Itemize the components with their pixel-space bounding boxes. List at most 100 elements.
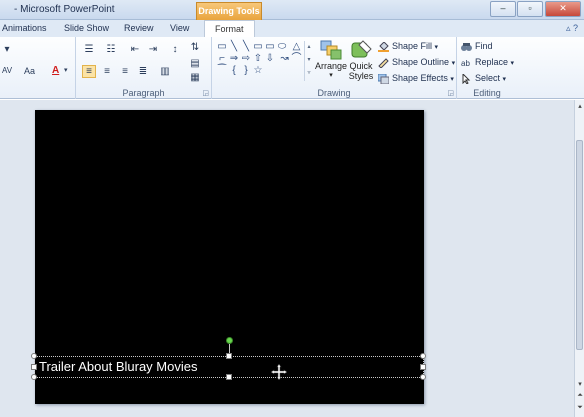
select-button[interactable]: Select ▾: [461, 72, 507, 85]
align-center-icon[interactable]: ≡: [100, 65, 114, 78]
shape-textbox-icon[interactable]: ▭: [216, 41, 228, 53]
vertical-scrollbar[interactable]: ▴ ▾ ⏶ ⏷: [574, 100, 584, 417]
replace-icon: ab: [461, 58, 472, 68]
tab-review[interactable]: Review: [124, 23, 154, 33]
justify-icon[interactable]: ≣: [136, 65, 150, 78]
shapes-gallery-scroll[interactable]: ▴ ▾ ▿: [304, 41, 313, 81]
drawing-launcher-icon[interactable]: ◲: [447, 89, 454, 97]
shape-fill-button[interactable]: Shape Fill ▾: [378, 40, 439, 52]
editing-group: Find ab Replace ▾ Select ▾ Editing: [457, 37, 517, 99]
scroll-up-icon[interactable]: ▴: [575, 102, 584, 110]
shape-effects-icon: [377, 73, 390, 85]
window-title: - Microsoft PowerPoint: [14, 4, 115, 15]
minimize-button[interactable]: –: [490, 1, 516, 17]
shape-outline-button[interactable]: Shape Outline ▾: [378, 57, 455, 69]
character-spacing-button[interactable]: AV: [2, 65, 12, 77]
resize-handle-top-right[interactable]: [420, 353, 426, 359]
arrange-icon: [319, 39, 343, 61]
shape-rounded-rect-icon[interactable]: ▭: [264, 41, 276, 53]
binoculars-icon: [461, 42, 472, 52]
find-button[interactable]: Find: [461, 41, 493, 52]
tab-slide-show[interactable]: Slide Show: [64, 23, 109, 33]
shape-effects-dropdown-icon: ▾: [450, 76, 454, 83]
columns-icon[interactable]: ▥: [158, 65, 172, 78]
smartart-icon[interactable]: ▦: [188, 71, 202, 84]
ribbon-tabs: Animations Slide Show Review View Format…: [0, 20, 584, 37]
select-dropdown-icon: ▾: [502, 76, 507, 83]
shape-curve-icon[interactable]: ↝: [279, 53, 291, 65]
numbering-icon[interactable]: ☷: [104, 43, 118, 56]
decrease-indent-icon[interactable]: ⇤: [128, 43, 142, 56]
align-right-icon[interactable]: ≡: [118, 65, 132, 78]
scrollbar-thumb[interactable]: [576, 140, 583, 350]
shape-block-arrow-icon[interactable]: ⇨: [240, 53, 252, 65]
shape-rectangle-icon[interactable]: ▭: [252, 41, 264, 53]
resize-handle-left[interactable]: [31, 364, 37, 370]
resize-handle-bottom[interactable]: [226, 374, 232, 380]
rotation-handle[interactable]: [226, 337, 233, 344]
title-bar: - Microsoft PowerPoint Drawing Tools – ▫…: [0, 0, 584, 20]
drawing-tools-context-tab: Drawing Tools: [196, 2, 262, 20]
text-direction-icon[interactable]: ⇅: [188, 41, 202, 54]
shape-line2-icon[interactable]: ╲: [240, 41, 252, 53]
shape-brace-left-icon[interactable]: {: [228, 65, 240, 77]
increase-indent-icon[interactable]: ⇥: [146, 43, 160, 56]
shape-oval-icon[interactable]: ⬭: [276, 41, 288, 53]
find-label: Find: [475, 41, 493, 51]
tab-view[interactable]: View: [170, 23, 189, 33]
paint-bucket-icon: [378, 40, 389, 52]
tab-animations[interactable]: Animations: [2, 23, 47, 33]
quick-styles-label-line2: Styles: [348, 71, 374, 81]
drawing-group-label: Drawing: [317, 88, 351, 98]
next-slide-icon[interactable]: ⏷: [575, 404, 584, 412]
paragraph-group: ☰ ☷ ⇤ ⇥ ↕ ⇅ ≡ ≡ ≡ ≣ ▥ ▤ ▦ Paragraph ◲: [76, 37, 212, 99]
replace-dropdown-icon: ▾: [510, 60, 515, 67]
shape-star-icon[interactable]: ☆: [252, 65, 264, 77]
quick-styles-button[interactable]: Quick Styles: [346, 39, 376, 81]
svg-text:ab: ab: [461, 59, 470, 68]
move-cursor-icon: [270, 363, 288, 383]
line-spacing-icon[interactable]: ↕: [168, 43, 182, 56]
ribbon-minimize-help[interactable]: ▵ ?: [566, 23, 578, 34]
shape-arrow-up-icon[interactable]: ⇧: [252, 53, 264, 65]
shape-line-icon[interactable]: ╲: [228, 41, 240, 53]
replace-button[interactable]: ab Replace ▾: [461, 57, 514, 68]
select-label: Select: [475, 73, 501, 83]
font-color-dropdown-icon[interactable]: ▾: [64, 65, 68, 77]
resize-handle-top[interactable]: [226, 353, 232, 359]
shape-arrow-right-icon[interactable]: ⇒: [228, 53, 240, 65]
shape-effects-button[interactable]: Shape Effects ▾: [377, 73, 454, 85]
paragraph-group-label: Paragraph: [122, 88, 165, 98]
bullets-icon[interactable]: ☰: [82, 43, 96, 56]
resize-handle-right[interactable]: [420, 364, 426, 370]
resize-handle-bottom-left[interactable]: [31, 374, 37, 380]
arrange-button[interactable]: Arrange ▾: [314, 39, 348, 79]
arrange-label: Arrange: [314, 61, 348, 71]
close-button[interactable]: ✕: [545, 1, 581, 17]
shape-triangle-icon[interactable]: △: [291, 41, 303, 53]
font-group-partial: ▾ AV Aa A ▾: [0, 37, 76, 99]
align-left-icon[interactable]: ≡: [82, 65, 96, 78]
shapes-gallery[interactable]: ▭ ╲ ╲ ▭ ▭ ⬭ △⌐ ⇒ ⇨ ⇧ ⇩ ↝ ⌒⁀{} ☆: [216, 41, 304, 77]
shape-arc-icon[interactable]: ⌒: [291, 53, 303, 65]
scroll-down-icon[interactable]: ▾: [575, 380, 584, 388]
align-text-icon[interactable]: ▤: [188, 57, 202, 70]
shape-elbow-icon[interactable]: ⌐: [216, 53, 228, 65]
shape-brace-right-icon[interactable]: }: [240, 65, 252, 77]
pencil-icon: [378, 57, 389, 69]
shape-fill-label: Shape Fill: [392, 41, 433, 51]
shape-fill-dropdown-icon: ▾: [434, 44, 439, 51]
shape-arrow-down-icon[interactable]: ⇩: [264, 53, 276, 65]
slide-text[interactable]: Trailer About Bluray Movies: [39, 359, 197, 374]
tab-format[interactable]: Format: [204, 20, 255, 37]
dropdown-arrow-icon[interactable]: ▾: [0, 43, 14, 56]
paragraph-launcher-icon[interactable]: ◲: [202, 89, 209, 97]
resize-handle-bottom-right[interactable]: [420, 374, 426, 380]
font-color-button[interactable]: A: [52, 65, 59, 77]
change-case-button[interactable]: Aa: [24, 65, 35, 77]
previous-slide-icon[interactable]: ⏶: [575, 392, 584, 400]
resize-handle-top-left[interactable]: [31, 353, 37, 359]
maximize-button[interactable]: ▫: [517, 1, 543, 17]
ribbon: ▾ AV Aa A ▾ ☰ ☷ ⇤ ⇥ ↕ ⇅ ≡ ≡ ≡ ≣ ▥ ▤ ▦ Pa…: [0, 37, 584, 99]
shape-wave-icon[interactable]: ⁀: [216, 65, 228, 77]
